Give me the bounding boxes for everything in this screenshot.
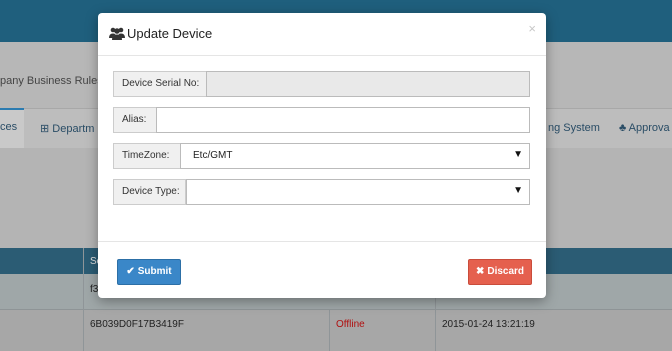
submit-button[interactable]: ✔ Submit: [117, 259, 181, 285]
device-type-field-group: Device Type: ▼: [113, 179, 530, 205]
device-serial-cell: 6B039D0F17B3419F: [90, 319, 184, 330]
serial-label: Device Serial No:: [113, 71, 207, 97]
alias-label: Alias:: [113, 107, 157, 133]
timestamp-cell: 2015-01-24 13:21:19: [442, 319, 535, 330]
modal-footer: ✔ Submit ✖ Discard: [98, 241, 546, 299]
column-divider: [329, 310, 330, 351]
timezone-field-group: TimeZone: Etc/GMT ▼: [113, 143, 530, 169]
device-type-label: Device Type:: [113, 179, 186, 205]
close-icon[interactable]: ×: [528, 21, 536, 36]
tab-devices[interactable]: ces: [0, 108, 24, 150]
alias-field-group: Alias:: [113, 107, 530, 133]
check-icon: ✔: [126, 266, 135, 277]
serial-input: [206, 71, 530, 97]
serial-field-group: Device Serial No:: [113, 71, 530, 97]
sitemap-icon: ♣: [619, 122, 629, 134]
caret-down-icon: ▼: [513, 185, 523, 196]
table-row[interactable]: 6B039D0F17B3419F Offline 2015-01-24 13:2…: [0, 310, 672, 351]
modal-title: Update Device: [127, 26, 213, 41]
x-icon: ✖: [475, 266, 485, 277]
tab-system[interactable]: ng System: [548, 122, 600, 134]
modal-header: Update Device ×: [98, 13, 546, 56]
discard-button[interactable]: ✖ Discard: [468, 259, 532, 285]
column-divider: [83, 248, 84, 351]
plus-square-icon: ⊞: [40, 123, 53, 135]
breadcrumb: pany Business Rules: [0, 75, 103, 87]
alias-input[interactable]: [156, 107, 530, 133]
status-badge: Offline: [336, 319, 365, 330]
update-device-modal: Update Device × Device Serial No: Alias:…: [98, 13, 546, 298]
tab-departments[interactable]: ⊞ Departm: [40, 122, 94, 135]
users-icon: [109, 27, 125, 40]
tab-approval[interactable]: ♣ Approva: [619, 122, 670, 134]
timezone-label: TimeZone:: [113, 143, 181, 169]
device-type-select[interactable]: ▼: [186, 179, 530, 205]
timezone-value: Etc/GMT: [193, 150, 233, 161]
caret-down-icon: ▼: [513, 149, 523, 160]
timezone-select[interactable]: Etc/GMT ▼: [180, 143, 530, 169]
